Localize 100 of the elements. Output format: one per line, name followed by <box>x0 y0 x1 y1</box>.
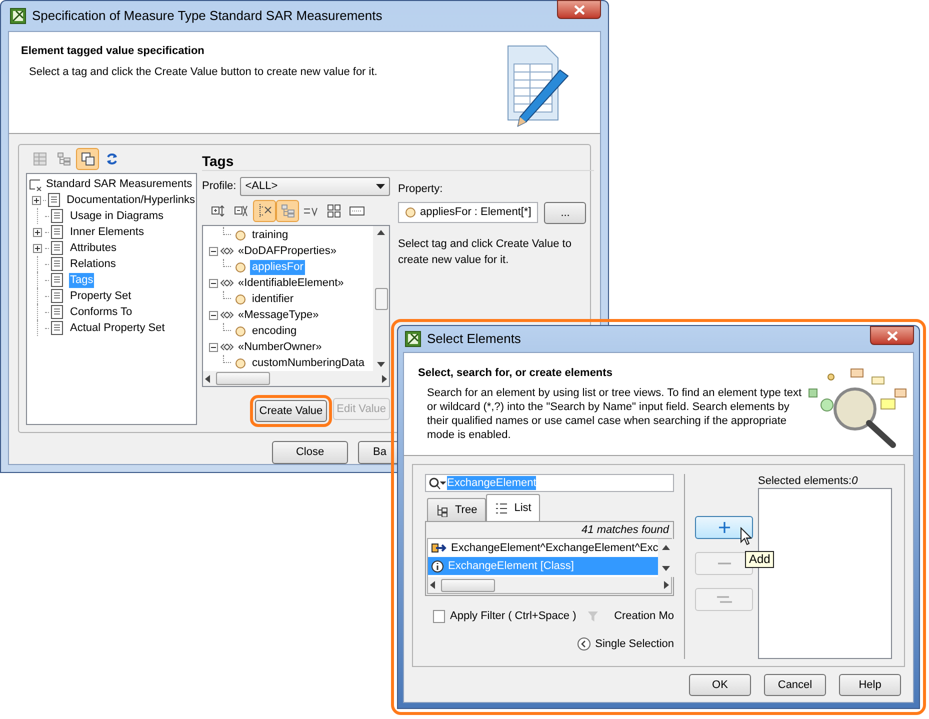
collapse-icon[interactable] <box>209 342 218 352</box>
stereotype-icon <box>220 311 234 319</box>
vertical-scrollbar[interactable] <box>373 226 389 371</box>
refresh-icon <box>104 152 118 166</box>
header-description: Search for an element by using list or tree views. To find an element type text or wildcard (*,?) into the "Search by Name" input field. Search elements by their qualified names or use camel case when searching if the appropriate mode is enabled. <box>426 386 803 442</box>
tree-icon <box>436 504 449 516</box>
dropdown-arrow-icon <box>376 184 385 188</box>
header-title: Element tagged value specification <box>21 44 206 59</box>
expand-icon[interactable] <box>33 244 42 252</box>
toolbar-button[interactable] <box>253 200 276 222</box>
app-icon <box>10 8 26 24</box>
toolbar-button[interactable] <box>76 148 99 170</box>
window-title: Select Elements <box>427 330 521 348</box>
tag-icon <box>235 326 246 336</box>
scroll-thumb[interactable] <box>441 578 495 592</box>
plus-icon <box>718 521 730 534</box>
profile-dropdown[interactable]: <ALL> <box>240 176 390 196</box>
close-icon <box>886 330 898 340</box>
single-selection-toggle[interactable]: Single Selection <box>595 636 674 652</box>
equals-icon <box>302 205 318 217</box>
stereotype-item[interactable]: «IdentifiableElement» <box>238 274 344 292</box>
view-tab[interactable]: Tree <box>427 498 486 521</box>
scroll-right-icon <box>664 581 669 589</box>
dialog-button[interactable]: Cancel <box>764 674 826 696</box>
tree-item[interactable]: Usage in Diagrams <box>69 208 165 224</box>
tree-item[interactable]: Inner Elements <box>69 224 145 240</box>
document-icon <box>51 225 63 239</box>
document-icon <box>51 289 63 303</box>
document-icon <box>51 257 63 271</box>
section-title: Tags <box>202 151 594 171</box>
table-icon <box>32 152 46 166</box>
tree-item[interactable]: Attributes <box>69 240 118 256</box>
dialog-button[interactable]: Create Value <box>255 400 327 422</box>
dialog-button[interactable]: OK <box>689 674 751 696</box>
tree-item[interactable]: Standard SAR Measurements <box>46 176 192 192</box>
scroll-up-icon <box>662 545 670 550</box>
tree-item[interactable]: Conforms To <box>69 304 134 320</box>
tag-icon <box>235 358 246 368</box>
scroll-down-icon <box>662 566 670 571</box>
tree-icon <box>56 152 70 166</box>
expand-icon[interactable] <box>32 196 41 204</box>
scroll-down-icon <box>377 362 385 367</box>
document-icon <box>51 241 63 255</box>
profile-label: Profile: <box>202 178 236 194</box>
remove-all-icon <box>716 596 732 603</box>
tag-item[interactable]: identifier <box>250 292 296 306</box>
result-row[interactable]: ExchangeElement^ExchangeElement^Exc <box>428 539 658 557</box>
selected-elements-label: Selected elements: <box>758 474 852 488</box>
search-icon <box>428 476 446 490</box>
property-hint: Select tag and click Create Value to create new value for it. <box>398 236 572 268</box>
close-button[interactable] <box>557 0 601 19</box>
checkbox-label[interactable]: Apply Filter ( Ctrl+Space ) <box>450 608 576 625</box>
tag-item[interactable]: training <box>250 228 290 242</box>
property-label: Property: <box>398 182 444 197</box>
scroll-thumb[interactable] <box>216 372 270 385</box>
tree-item[interactable]: Actual Property Set <box>69 320 166 336</box>
tag-icon <box>235 262 246 272</box>
expand-icon[interactable] <box>33 228 42 236</box>
dialog-button[interactable]: ... <box>544 202 586 224</box>
move-button[interactable] <box>695 516 753 539</box>
list-icon <box>495 502 508 514</box>
creation-mode-label[interactable]: Creation Mo <box>614 608 674 625</box>
collapse-icon[interactable] <box>209 278 218 288</box>
stereotype-item[interactable]: «MessageType» <box>238 306 319 324</box>
tree-item[interactable]: Relations <box>69 256 117 272</box>
app-icon <box>405 331 421 347</box>
tree-item[interactable]: Documentation/Hyperlinks <box>66 192 196 208</box>
horizontal-scrollbar[interactable] <box>428 577 671 593</box>
stereotype-icon <box>220 247 234 255</box>
close-button[interactable] <box>870 326 914 345</box>
copy-icon <box>80 152 94 166</box>
chevron-circle-icon <box>577 637 592 652</box>
property-field[interactable]: appliesFor : Element[*] <box>398 202 538 223</box>
checkbox[interactable] <box>433 610 446 623</box>
relation-icon <box>431 542 447 554</box>
collapse-icon[interactable] <box>209 246 218 256</box>
dialog-button[interactable]: Help <box>839 674 901 696</box>
expand-all-icon <box>210 204 226 218</box>
measure-type-icon <box>29 178 43 190</box>
stereotype-item[interactable]: «DoDAFProperties» <box>238 242 336 260</box>
horizontal-scrollbar[interactable] <box>203 371 389 386</box>
tag-icon <box>235 294 246 304</box>
tree-icon <box>280 204 294 218</box>
document-icon <box>51 273 63 287</box>
tooltip: Add <box>745 551 774 568</box>
scroll-thumb[interactable] <box>374 288 388 310</box>
cursor-icon <box>740 527 753 546</box>
view-tab[interactable]: List <box>486 494 540 521</box>
scroll-left-icon <box>205 374 210 382</box>
tag-item[interactable]: customNumberingData <box>250 356 366 370</box>
collapse-icon[interactable] <box>209 310 218 320</box>
stereotype-item[interactable]: «NumberOwner» <box>238 338 322 356</box>
minus-icon <box>718 562 730 565</box>
window-title: Specification of Measure Type Standard SAR Measurements <box>32 7 382 26</box>
document-icon <box>51 209 63 223</box>
dialog-button[interactable]: Close <box>272 441 348 464</box>
selected-count: 0 <box>852 474 858 488</box>
tree-item[interactable]: Property Set <box>69 288 132 304</box>
document-icon <box>48 193 60 207</box>
tag-item[interactable]: encoding <box>250 324 299 338</box>
